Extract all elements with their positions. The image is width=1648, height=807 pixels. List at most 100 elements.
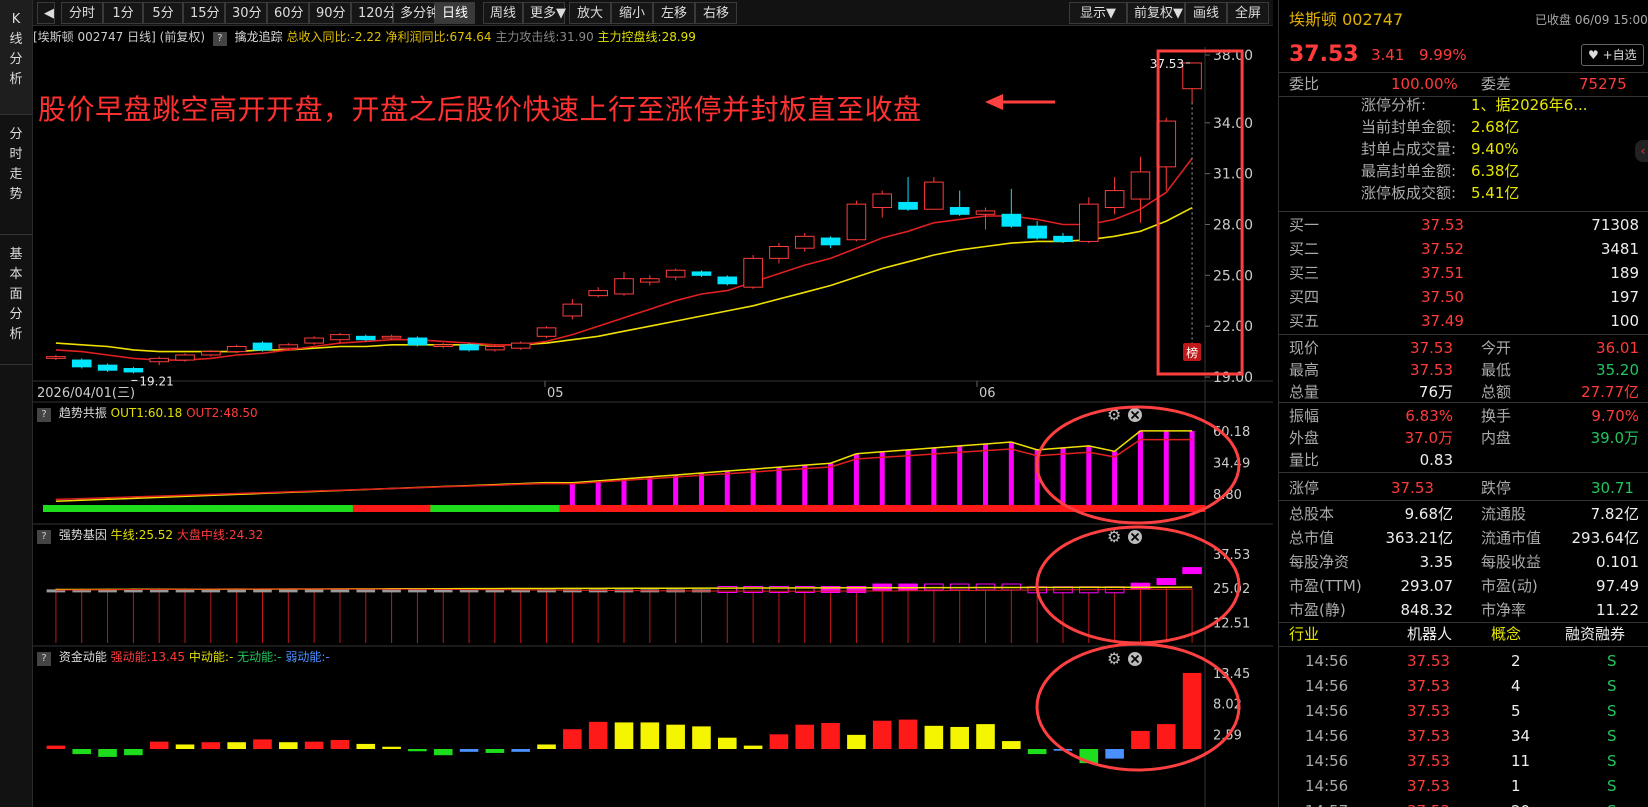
chart-area[interactable]: 38.00 34.00 31.00 28.00 25.00 22.00 19.00 37.53… — [33, 47, 1273, 807]
pane1-bar — [853, 453, 859, 505]
period-11[interactable]: 更多▼ — [523, 2, 566, 24]
help-icon[interactable]: ? — [37, 408, 51, 422]
tab-intraday[interactable]: 分时走势 — [0, 115, 32, 235]
momentum-bar — [201, 742, 221, 749]
momentum-bar — [666, 724, 685, 749]
pane1-band-segment — [791, 505, 819, 512]
momentum-bar — [227, 742, 246, 749]
candle-body — [1001, 213, 1022, 227]
fund-value: 3.35 — [1419, 553, 1453, 571]
divider — [1279, 646, 1648, 647]
pane1-out1: OUT1:60.18 — [110, 406, 183, 420]
momentum-bar — [769, 734, 789, 749]
pane1-band-segment — [1101, 505, 1129, 512]
price-change: 3.41 — [1371, 46, 1405, 64]
fund-value: 0.101 — [1596, 553, 1639, 571]
toolbar-right-2[interactable]: 画线 — [1185, 2, 1227, 24]
period-5[interactable]: 60分 — [267, 2, 309, 24]
momentum-bar — [408, 749, 427, 752]
fund-label: 总市值 — [1289, 529, 1335, 547]
pane1-header: ? 趋势共振 OUT1:60.18 OUT2:48.50 — [33, 403, 1273, 423]
pane2-marker — [1156, 578, 1177, 586]
tab-kline-analysis[interactable]: K线分析 — [0, 0, 32, 115]
action-3[interactable]: 右移 — [695, 2, 737, 24]
tick-price: 37.53 — [1407, 777, 1450, 795]
bid-volume: 189 — [1610, 264, 1639, 282]
pane2-marker — [279, 589, 298, 593]
quote-label: 今开 — [1481, 339, 1512, 357]
price-row: 37.53 3.41 9.99% ♥ +自选 — [1279, 40, 1648, 70]
price-tick-label: 28.00 — [1213, 217, 1253, 233]
help-icon[interactable]: ? — [37, 530, 51, 544]
help-icon[interactable]: ? — [37, 652, 51, 666]
toolbar-right-1[interactable]: 前复权▼ — [1127, 2, 1185, 24]
period-9[interactable]: 日线 — [435, 2, 475, 24]
fund-label: 总股本 — [1289, 505, 1335, 523]
stock-name: 埃斯顿 002747 — [1289, 10, 1404, 29]
tick-side: S — [1607, 727, 1617, 745]
pane1-bar — [569, 482, 575, 505]
tag-concept[interactable]: 概念 — [1491, 622, 1521, 646]
period-2[interactable]: 5分 — [143, 2, 183, 24]
stock-title: [埃斯顿 002747 日线] — [33, 30, 156, 44]
pane1-bar — [802, 465, 808, 505]
pane1-bar — [1008, 441, 1014, 505]
fund-label: 每股净资 — [1289, 553, 1350, 571]
tick-time: 14:56 — [1305, 777, 1349, 795]
collapse-panel-icon[interactable]: ‹ — [1635, 140, 1648, 162]
tag-industry[interactable]: 行业 — [1289, 622, 1319, 646]
toolbar-right-0[interactable]: 显示▼ — [1069, 2, 1127, 24]
bid-price: 37.52 — [1421, 240, 1464, 258]
add-watchlist-button[interactable]: ♥ +自选 — [1581, 44, 1644, 66]
tag-robot[interactable]: 机器人 — [1407, 622, 1452, 646]
quote-label: 最高 — [1289, 361, 1320, 379]
tick-volume: 2 — [1511, 652, 1521, 670]
action-1[interactable]: 缩小 — [611, 2, 653, 24]
pane1-band-segment — [843, 505, 870, 512]
candle-body — [459, 344, 479, 351]
last-price: 37.53 — [1289, 42, 1359, 67]
period-7[interactable]: 120分 — [351, 2, 396, 24]
momentum-bar — [46, 745, 66, 749]
help-icon[interactable]: ? — [212, 32, 227, 46]
pane1-bar — [1060, 447, 1066, 505]
limit-info-row: 最高封单金额: 6.38亿 — [1279, 159, 1648, 183]
candle-body — [1156, 120, 1177, 168]
fund-label: 市盈(动) — [1481, 577, 1538, 595]
period-8[interactable]: 多分钟 — [393, 2, 439, 24]
period-0[interactable]: 分时 — [61, 2, 103, 24]
bid-row: 买五 37.49 100 — [1279, 309, 1648, 333]
bid-price: 37.53 — [1421, 216, 1464, 234]
quote-value: 35.20 — [1596, 361, 1639, 379]
action-2[interactable]: 左移 — [653, 2, 695, 24]
pane1-band-segment — [378, 505, 406, 512]
pane1-band-segment — [636, 505, 664, 512]
action-0[interactable]: 放大 — [569, 2, 611, 24]
momentum-bar — [253, 739, 272, 749]
quote-row: 现价 37.53 今开 36.01 — [1279, 336, 1648, 360]
bid-price: 37.49 — [1421, 312, 1464, 330]
period-1[interactable]: 1分 — [103, 2, 143, 24]
limit-info-value: 2.68亿 — [1471, 118, 1520, 136]
period-4[interactable]: 30分 — [225, 2, 267, 24]
candle-body — [381, 335, 402, 339]
tag-row: 行业 机器人 概念 融资融券 — [1279, 622, 1648, 646]
date-label: 2026/04/01(三) — [37, 386, 135, 401]
tab-label: K线分析 — [9, 12, 23, 87]
toolbar-right-3[interactable]: 全屏 — [1227, 2, 1269, 24]
indicator-name[interactable]: 擒龙追踪 — [235, 30, 283, 44]
fund-row: 总市值 363.21亿 流通市值 293.64亿 — [1279, 526, 1648, 550]
period-6[interactable]: 90分 — [309, 2, 351, 24]
market-status: 已收盘 06/09 15:00 — [1535, 13, 1648, 27]
price-tick-label: 25.00 — [1213, 268, 1253, 284]
tag-margin[interactable]: 融资融券 — [1565, 622, 1625, 646]
period-10[interactable]: 周线 — [483, 2, 523, 24]
back-arrow-icon[interactable]: ◀ — [37, 2, 55, 24]
momentum-bar — [795, 724, 815, 749]
tab-fundamentals[interactable]: 基本面分析 — [0, 235, 32, 365]
period-3[interactable]: 15分 — [183, 2, 225, 24]
chart-canvas[interactable]: 38.0034.0031.0028.0025.0022.0019.0037.53… — [33, 47, 1273, 807]
tick-price: 37.53 — [1407, 702, 1450, 720]
bid-row: 买二 37.52 3481 — [1279, 237, 1648, 261]
limit-info-label: 封单占成交量: — [1361, 140, 1457, 158]
